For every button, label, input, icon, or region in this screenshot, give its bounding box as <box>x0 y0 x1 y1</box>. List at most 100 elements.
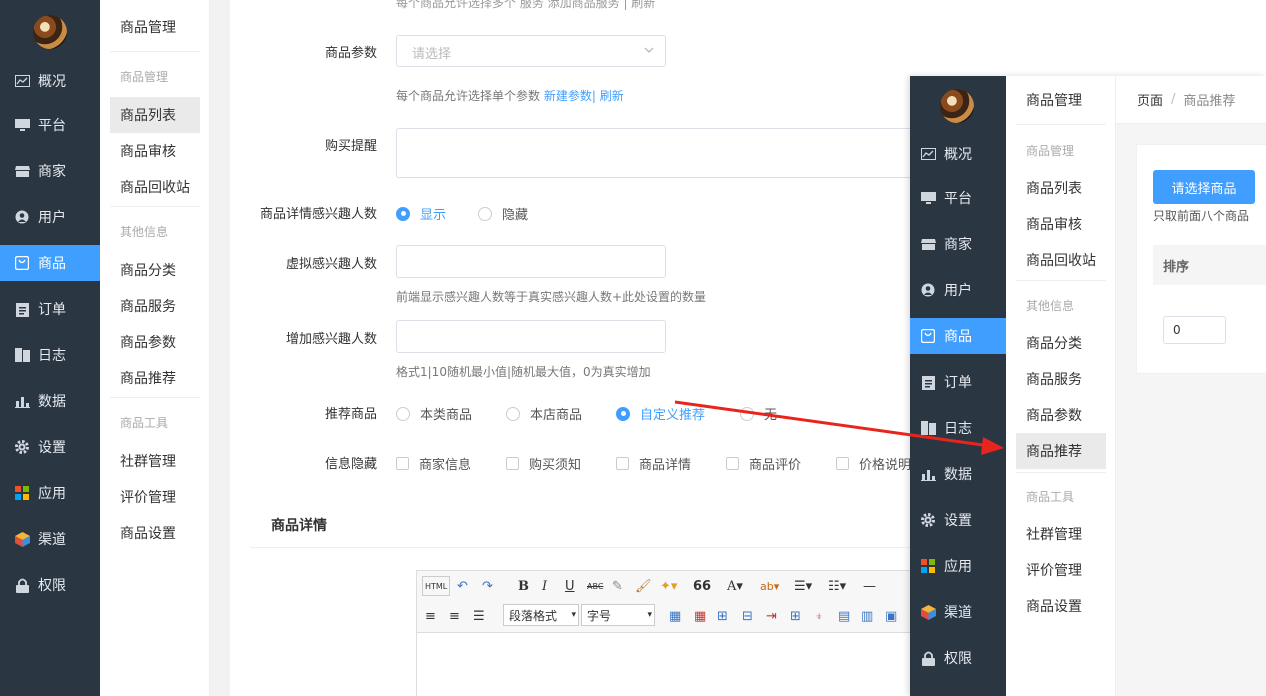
underline-button[interactable]: U <box>565 576 575 596</box>
rec-custom-radio[interactable]: 自定义推荐 <box>616 404 705 423</box>
submenu-item-goods-review[interactable]: 商品审核 <box>1016 206 1106 242</box>
html-source-button[interactable]: HTML <box>422 576 451 596</box>
highlight-icon[interactable]: ab▾ <box>760 576 779 596</box>
nav-item-5[interactable]: 订单 <box>0 291 100 327</box>
nav-item-8[interactable]: 设置 <box>910 502 1006 538</box>
nav-item-0[interactable]: 概况 <box>0 63 100 99</box>
italic-button[interactable]: I <box>542 576 547 596</box>
nav-item-3[interactable]: 用户 <box>0 199 100 235</box>
submenu-item-category[interactable]: 商品分类 <box>110 252 200 288</box>
submenu-item-goods-review[interactable]: 商品审核 <box>110 133 200 169</box>
gear-icon <box>14 439 30 455</box>
merge-down-icon[interactable]: ▣ <box>885 606 897 626</box>
submenu-item-goods-list[interactable]: 商品列表 <box>110 97 200 133</box>
submenu-item-category[interactable]: 商品分类 <box>1016 325 1106 361</box>
table-icon[interactable]: ▦ <box>669 606 681 626</box>
unordered-list-icon[interactable]: ☷▾ <box>828 576 846 596</box>
redo-icon[interactable]: ↷ <box>482 576 493 596</box>
magic-wand-icon[interactable]: ✦▾ <box>660 576 677 596</box>
align-right-icon[interactable]: ≡ <box>449 606 460 626</box>
justify-icon[interactable]: ☰ <box>473 606 485 626</box>
nav-item-2[interactable]: 商家 <box>910 226 1006 262</box>
add-input[interactable] <box>396 320 666 353</box>
quote-button[interactable]: 66 <box>693 576 711 596</box>
hide-shop-checkbox[interactable]: 商家信息 <box>396 454 471 473</box>
nav-item-10[interactable]: 渠道 <box>0 521 100 557</box>
hide-price-checkbox[interactable]: 价格说明 <box>836 454 911 473</box>
horizontal-rule-icon[interactable]: — <box>863 576 876 596</box>
font-size-select[interactable]: 字号 ▾ <box>581 604 655 626</box>
virtual-input[interactable] <box>396 245 666 278</box>
submenu-item-reviews[interactable]: 评价管理 <box>110 479 200 515</box>
submenu-item-params[interactable]: 商品参数 <box>1016 397 1106 433</box>
submenu-item-community[interactable]: 社群管理 <box>1016 516 1106 552</box>
nav-item-11[interactable]: 权限 <box>910 640 1006 676</box>
delete-row-icon[interactable]: ⇥ <box>766 606 777 626</box>
nav-item-8[interactable]: 设置 <box>0 429 100 465</box>
nav-item-4[interactable]: 商品 <box>910 318 1006 354</box>
table-caption-icon[interactable]: ⊞ <box>717 606 728 626</box>
submenu-item-goods-list[interactable]: 商品列表 <box>1016 170 1106 206</box>
submenu-item-recycle[interactable]: 商品回收站 <box>1016 242 1106 278</box>
format-brush-icon[interactable]: 🖌 <box>635 576 652 596</box>
submenu-item-service[interactable]: 商品服务 <box>1016 361 1106 397</box>
select-goods-button[interactable]: 请选择商品 <box>1153 170 1255 204</box>
nav-item-3[interactable]: 用户 <box>910 272 1006 308</box>
align-left-icon[interactable]: ≡ <box>425 606 436 626</box>
hide-detail-checkbox[interactable]: 商品详情 <box>616 454 691 473</box>
undo-icon[interactable]: ↶ <box>457 576 468 596</box>
nav-item-5[interactable]: 订单 <box>910 364 1006 400</box>
nav-item-7[interactable]: 数据 <box>0 383 100 419</box>
submenu-item-service[interactable]: 商品服务 <box>110 288 200 324</box>
param-select[interactable]: 请选择 <box>396 35 666 67</box>
nav-item-4[interactable]: 商品 <box>0 245 100 281</box>
paragraph-format-select[interactable]: 段落格式 ▾ <box>503 604 579 626</box>
delete-table-icon[interactable]: ▦ <box>694 606 706 626</box>
nav-item-0[interactable]: 概况 <box>910 136 1006 172</box>
nav-item-6[interactable]: 日志 <box>910 410 1006 446</box>
submenu-item-recommend[interactable]: 商品推荐 <box>1016 433 1106 469</box>
submenu-item-settings[interactable]: 商品设置 <box>110 515 200 551</box>
merge-cells-icon[interactable]: ▤ <box>838 606 850 626</box>
submenu-item-reviews[interactable]: 评价管理 <box>1016 552 1106 588</box>
refresh-link[interactable]: 刷新 <box>600 89 624 103</box>
nav-item-2[interactable]: 商家 <box>0 153 100 189</box>
rich-text-editor[interactable]: HTML ↶ ↷ B I U ABC ✎ 🖌 ✦▾ 66 A ▾ ab▾ ☰▾ ☷… <box>416 570 916 696</box>
avatar[interactable] <box>33 15 67 49</box>
avatar[interactable] <box>940 89 974 123</box>
insert-col-icon[interactable]: ⊞ <box>790 606 801 626</box>
nav-item-1[interactable]: 平台 <box>0 107 100 143</box>
nav-item-9[interactable]: 应用 <box>0 475 100 511</box>
nav-item-9[interactable]: 应用 <box>910 548 1006 584</box>
bold-button[interactable]: B <box>518 576 529 596</box>
new-param-link[interactable]: 新建参数 <box>544 89 592 103</box>
hide-review-checkbox[interactable]: 商品评价 <box>726 454 801 473</box>
delete-col-icon[interactable]: ⍖ <box>815 606 823 626</box>
insert-row-icon[interactable]: ⊟ <box>742 606 753 626</box>
rec-none-radio[interactable]: 无 <box>740 404 777 423</box>
submenu-item-community[interactable]: 社群管理 <box>110 443 200 479</box>
ordered-list-icon[interactable]: ☰▾ <box>794 576 812 596</box>
rec-same-category-radio[interactable]: 本类商品 <box>396 404 472 423</box>
submenu-item-recycle[interactable]: 商品回收站 <box>110 169 200 205</box>
submenu-item-params[interactable]: 商品参数 <box>110 324 200 360</box>
nav-item-10[interactable]: 渠道 <box>910 594 1006 630</box>
merge-right-icon[interactable]: ▥ <box>861 606 873 626</box>
interest-show-radio[interactable]: 显示 <box>396 204 446 223</box>
sort-input[interactable]: 0 <box>1163 316 1226 344</box>
hide-notice-checkbox[interactable]: 购买须知 <box>506 454 581 473</box>
submenu-item-settings[interactable]: 商品设置 <box>1016 588 1106 624</box>
submenu-item-recommend[interactable]: 商品推荐 <box>110 360 200 396</box>
nav-item-1[interactable]: 平台 <box>910 180 1006 216</box>
nav-item-11[interactable]: 权限 <box>0 567 100 603</box>
remind-textarea[interactable] <box>396 128 916 178</box>
breadcrumb-root[interactable]: 页面 <box>1137 90 1163 109</box>
strikethrough-button[interactable]: ABC <box>587 576 603 596</box>
nav-item-7[interactable]: 数据 <box>910 456 1006 492</box>
font-color-button[interactable]: A ▾ <box>727 576 743 596</box>
rec-same-shop-radio[interactable]: 本店商品 <box>506 404 582 423</box>
nav-item-6[interactable]: 日志 <box>0 337 100 373</box>
interest-hide-radio[interactable]: 隐藏 <box>478 204 528 223</box>
divider <box>110 206 200 207</box>
eraser-icon[interactable]: ✎ <box>612 576 623 596</box>
